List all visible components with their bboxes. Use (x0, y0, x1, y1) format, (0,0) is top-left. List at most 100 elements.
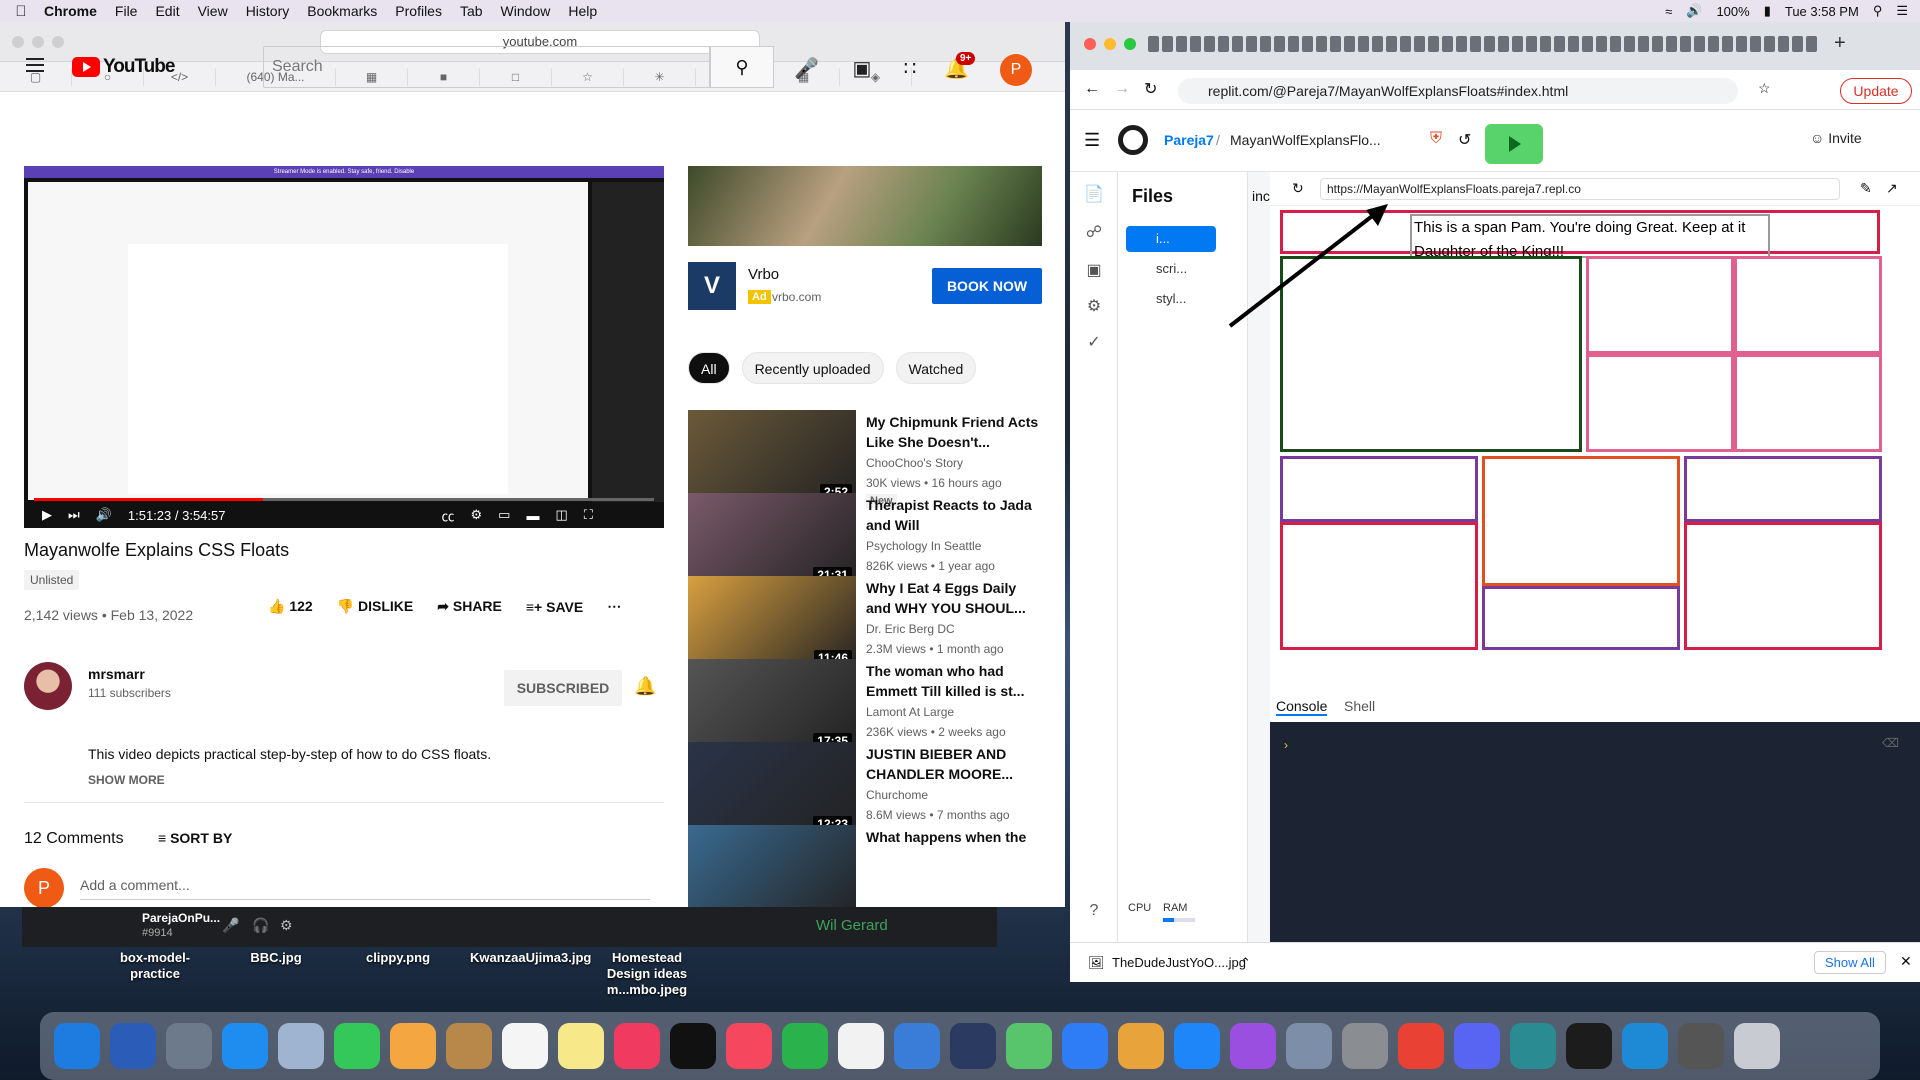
deafen-icon[interactable]: 🎧 (252, 917, 269, 934)
launchpad-icon[interactable] (166, 1023, 212, 1069)
tab-favicon-icon[interactable] (1344, 36, 1355, 52)
apple-icon[interactable]:  (12, 3, 30, 20)
tab-favicon-icon[interactable] (1498, 36, 1509, 52)
recommended-video[interactable]: 12:23 JUSTIN BIEBER AND CHANDLER MOORE...… (688, 742, 1048, 836)
star-bookmark-icon[interactable]: ☆ (1758, 80, 1771, 97)
tab-favicon-icon[interactable] (1792, 36, 1803, 52)
show-more-button[interactable]: SHOW MORE (88, 773, 165, 787)
tab-favicon-icon[interactable] (1218, 36, 1229, 52)
repl-owner[interactable]: Pareja7 (1164, 132, 1214, 148)
new-tab-icon[interactable]: + (1834, 32, 1846, 55)
tab-favicon-icon[interactable] (1750, 36, 1761, 52)
recommended-video[interactable]: 21:31 Therapist Reacts to Jada and Will Ps… (688, 493, 1048, 587)
volume-icon[interactable]: 🔊 (1686, 3, 1702, 19)
preview-icon[interactable] (278, 1023, 324, 1069)
trash-icon[interactable] (1734, 1023, 1780, 1069)
ad-title[interactable]: Vrbo (748, 266, 779, 283)
close-window-icon[interactable] (1084, 38, 1096, 50)
video-thumbnail[interactable]: 12:23 (688, 742, 856, 836)
volume-icon[interactable]: 🔊 (96, 507, 112, 523)
create-video-icon[interactable]: ▣ (850, 56, 874, 81)
photos-icon[interactable] (390, 1023, 436, 1069)
app-store-icon[interactable] (1174, 1023, 1220, 1069)
sort-by-button[interactable]: ≡ SORT BY (158, 830, 232, 846)
tab-favicon-icon[interactable] (1190, 36, 1201, 52)
tab-favicon-icon[interactable] (1176, 36, 1187, 52)
next-icon[interactable]: ⏭ (68, 507, 80, 523)
edge-icon[interactable] (1510, 1023, 1556, 1069)
numbers-icon[interactable] (782, 1023, 828, 1069)
tab-favicon-icon[interactable] (1512, 36, 1523, 52)
maps-icon[interactable] (1006, 1023, 1052, 1069)
menu-view[interactable]: View (198, 3, 228, 19)
tab-favicon-icon[interactable] (1260, 36, 1271, 52)
apps-grid-icon[interactable]: ∷ (898, 56, 922, 81)
invite-button[interactable]: ☺ Invite (1810, 130, 1862, 146)
tab-favicon-icon[interactable] (1610, 36, 1621, 52)
menu-bookmarks[interactable]: Bookmarks (307, 3, 377, 19)
facetime-icon[interactable] (334, 1023, 380, 1069)
tab-favicon-icon[interactable] (1386, 36, 1397, 52)
tab-favicon-icon[interactable] (1358, 36, 1369, 52)
channel-bell-icon[interactable]: 🔔 (634, 676, 656, 697)
recommended-title[interactable]: JUSTIN BIEBER AND CHANDLER MOORE... (866, 744, 1044, 784)
video-thumbnail[interactable] (688, 825, 856, 907)
chrome-icon[interactable] (1398, 1023, 1444, 1069)
tab-console[interactable]: Console (1276, 698, 1328, 716)
tab-favicon-icon[interactable] (1764, 36, 1775, 52)
tab-favicon-icon[interactable] (1456, 36, 1467, 52)
tab-favicon-icon[interactable] (1316, 36, 1327, 52)
desktop-file[interactable]: KwanzaaUjima3.jpg (470, 950, 591, 966)
zoom-window-icon[interactable] (52, 36, 64, 48)
history-icon[interactable]: ↺ (1458, 130, 1471, 150)
desktop-file[interactable]: BBC.jpg (226, 950, 326, 966)
recommended-video[interactable]: What happens when the (688, 825, 1048, 907)
ad-banner-image[interactable] (688, 166, 1042, 246)
tab-favicon-icon[interactable] (1722, 36, 1733, 52)
tab-favicon-icon[interactable] (1806, 36, 1817, 52)
podcasts-icon[interactable] (1230, 1023, 1276, 1069)
tab-favicon-icon[interactable] (1204, 36, 1215, 52)
recommended-video[interactable]: 11:46 Why I Eat 4 Eggs Daily and WHY YOU … (688, 576, 1048, 670)
tab-favicon-icon[interactable] (1470, 36, 1481, 52)
video-thumbnail[interactable]: 17:35 (688, 659, 856, 753)
tab-favicon-icon[interactable] (1582, 36, 1593, 52)
finder-icon[interactable] (54, 1023, 100, 1069)
tab-shell[interactable]: Shell (1344, 698, 1375, 714)
dislike-button[interactable]: 👎 DISLIKE (337, 598, 414, 615)
video-thumbnail[interactable]: 21:31 (688, 493, 856, 587)
reload-icon[interactable]: ↻ (1144, 79, 1157, 99)
theater-mode-icon[interactable]: ▬ (526, 508, 539, 523)
subscribed-button[interactable]: SUBSCRIBED (504, 670, 622, 706)
packages-icon[interactable]: ▣ (1084, 260, 1104, 280)
video-thumbnail[interactable]: 11:46 (688, 576, 856, 670)
search-input[interactable]: Search (263, 46, 710, 88)
zoom-window-icon[interactable] (1124, 38, 1136, 50)
cast-icon[interactable]: ◫ (555, 507, 567, 523)
tab-favicon-icon[interactable] (1652, 36, 1663, 52)
chip-all[interactable]: All (688, 352, 730, 384)
menu-icon[interactable]: ☰ (1084, 130, 1100, 151)
tab-favicon-icon[interactable] (1302, 36, 1313, 52)
keynote-icon[interactable] (894, 1023, 940, 1069)
tab-favicon-icon[interactable] (1568, 36, 1579, 52)
video-progress-bar[interactable] (34, 498, 654, 501)
recommended-channel[interactable]: Dr. Eric Berg DC (866, 622, 955, 636)
channel-name[interactable]: mrsmarr (88, 666, 145, 682)
miniplayer-icon[interactable]: ▭ (498, 507, 510, 523)
tab-favicon-icon[interactable] (1554, 36, 1565, 52)
minimize-window-icon[interactable] (32, 36, 44, 48)
tab-favicon-icon[interactable] (1526, 36, 1537, 52)
clear-console-icon[interactable]: ⌫ (1882, 736, 1899, 750)
tab-favicon-icon[interactable] (1246, 36, 1257, 52)
close-window-icon[interactable] (12, 36, 24, 48)
fullscreen-icon[interactable]: ⛶ (584, 507, 593, 523)
messages-icon[interactable] (1062, 1023, 1108, 1069)
video-player[interactable]: Streamer Mode is enabled. Stay safe, fri… (24, 166, 664, 528)
safari-icon[interactable] (222, 1023, 268, 1069)
webview-reload-icon[interactable]: ↻ (1292, 180, 1304, 197)
menu-file[interactable]: File (115, 3, 138, 19)
tab-favicon-icon[interactable] (1400, 36, 1411, 52)
tab-favicon-icon[interactable] (1708, 36, 1719, 52)
menu-app[interactable]: Chrome (44, 3, 97, 19)
